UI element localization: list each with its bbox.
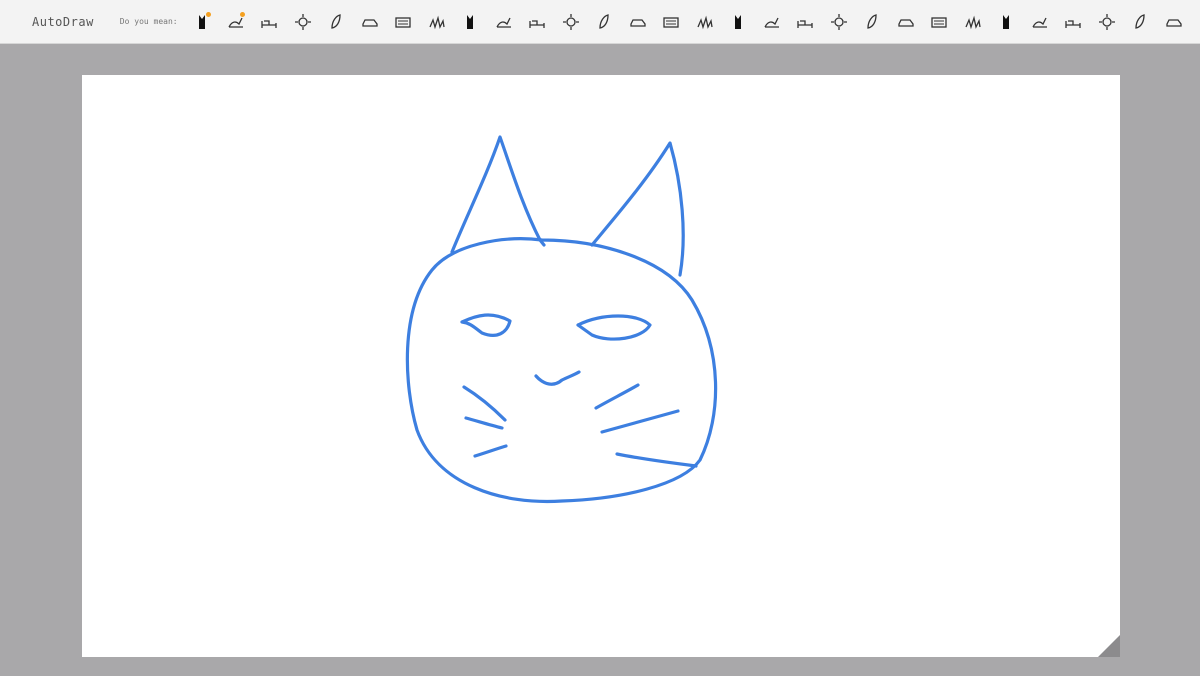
suggestion-target[interactable] xyxy=(990,5,1024,39)
speech-bubble-icon xyxy=(898,18,914,27)
basket-icon xyxy=(735,14,742,29)
suggestion-leaf[interactable] xyxy=(320,5,354,39)
suggestion-toaster[interactable] xyxy=(554,5,588,39)
stroke-right-eye xyxy=(576,314,652,341)
suggestion-phone[interactable] xyxy=(856,5,890,39)
bed-icon xyxy=(261,19,277,28)
suggestion-hammer[interactable] xyxy=(1157,5,1191,39)
suggestion-battery[interactable] xyxy=(755,5,789,39)
rabbit-face-icon xyxy=(529,19,545,28)
suggestion-flask[interactable] xyxy=(688,5,722,39)
rabbit-sitting-icon xyxy=(467,14,474,29)
stroke-left-eye xyxy=(460,313,512,337)
suggestion-sun[interactable] xyxy=(286,5,320,39)
grass-icon xyxy=(429,15,445,29)
suggestion-rabbit-sitting[interactable] xyxy=(454,5,488,39)
suggestion-lipstick[interactable] xyxy=(822,5,856,39)
suggestion-grass[interactable] xyxy=(420,5,454,39)
radio-icon xyxy=(395,16,411,28)
canvas-resize-handle[interactable] xyxy=(1098,635,1120,657)
drawing-layer[interactable] xyxy=(82,75,1120,657)
flask-icon xyxy=(697,15,713,29)
suggestion-bottle[interactable] xyxy=(789,5,823,39)
suggestion-prompt: Do you mean: xyxy=(119,17,178,26)
stroke-whisker-right-1 xyxy=(594,383,640,410)
suggestion-birthday-cake[interactable] xyxy=(655,5,689,39)
suggestion-basket[interactable] xyxy=(722,5,756,39)
rabbit-icon xyxy=(496,17,511,28)
suggestion-car[interactable] xyxy=(353,5,387,39)
bottle-icon xyxy=(797,19,813,28)
sun-icon xyxy=(294,13,311,30)
soccer-ball-icon xyxy=(965,15,981,29)
stroke-whisker-right-3 xyxy=(615,452,698,468)
stroke-mouth xyxy=(534,370,581,386)
hammer-icon xyxy=(1166,18,1182,27)
suggestion-speech-bubble[interactable] xyxy=(889,5,923,39)
stroke-whisker-left-3 xyxy=(473,444,508,458)
suggestion-radio[interactable] xyxy=(387,5,421,39)
suggestion-truck[interactable] xyxy=(621,5,655,39)
suggestion-glasses[interactable] xyxy=(1057,5,1091,39)
target-icon xyxy=(1003,14,1010,29)
swan-icon xyxy=(1098,13,1115,30)
suggestion-swan[interactable] xyxy=(1090,5,1124,39)
stroke-left-ear xyxy=(450,135,546,254)
cake-icon xyxy=(599,13,609,29)
suggestion-cat-outline[interactable] xyxy=(219,5,253,39)
suggestion-teapot[interactable] xyxy=(1124,5,1158,39)
stroke-whisker-right-2 xyxy=(600,409,680,434)
suggestion-basketball[interactable] xyxy=(1023,5,1057,39)
new-indicator-dot xyxy=(206,11,212,17)
suggestion-cake[interactable] xyxy=(588,5,622,39)
basketball-icon xyxy=(1032,17,1047,28)
leaf-icon xyxy=(331,13,341,29)
suggestion-bed[interactable] xyxy=(253,5,287,39)
suggestion-rabbit[interactable] xyxy=(487,5,521,39)
car-icon xyxy=(362,18,378,27)
suggestion-strip xyxy=(186,5,1191,39)
top-toolbar: AutoDraw Do you mean: xyxy=(0,0,1200,44)
app-title: AutoDraw xyxy=(32,14,94,29)
teapot-icon xyxy=(1135,13,1145,29)
toaster-icon xyxy=(562,13,579,30)
new-indicator-dot xyxy=(239,11,245,17)
glasses-icon xyxy=(1065,19,1081,28)
truck-icon xyxy=(630,18,646,27)
suggestion-rabbit-face[interactable] xyxy=(521,5,555,39)
suggestion-soccer-ball[interactable] xyxy=(956,5,990,39)
suggestion-cat-silhouette[interactable] xyxy=(186,5,220,39)
stroke-whisker-left-1 xyxy=(462,385,507,422)
battery-icon xyxy=(764,17,779,28)
drawing-canvas[interactable] xyxy=(82,75,1120,657)
bicycle-icon xyxy=(931,16,947,28)
phone-icon xyxy=(867,13,877,29)
lipstick-icon xyxy=(830,13,847,30)
birthday-cake-icon xyxy=(663,16,679,28)
stroke-whisker-left-2 xyxy=(464,416,504,430)
stroke-right-ear xyxy=(590,141,685,277)
suggestion-bicycle[interactable] xyxy=(923,5,957,39)
